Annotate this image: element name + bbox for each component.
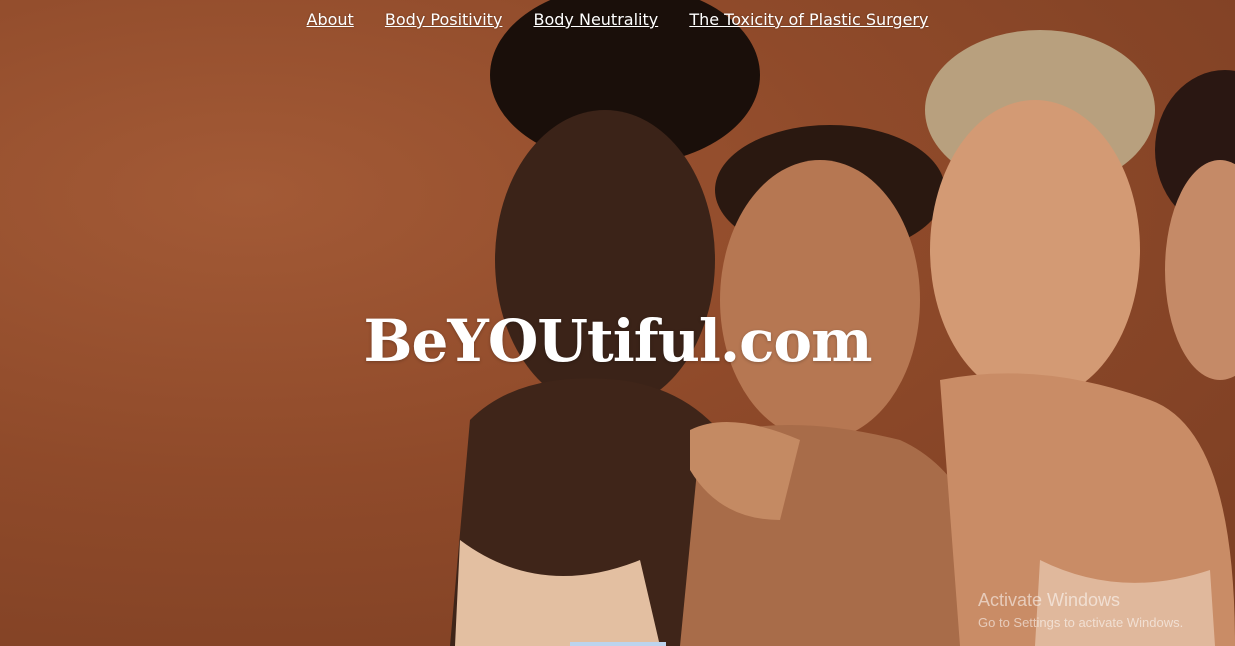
top-nav: About Body Positivity Body Neutrality Th… [0,10,1235,29]
nav-link-toxicity-plastic-surgery[interactable]: The Toxicity of Plastic Surgery [689,10,928,29]
watermark-title: Activate Windows [978,590,1121,610]
nav-link-body-positivity[interactable]: Body Positivity [385,10,503,29]
activate-windows-watermark: Activate Windows Go to Settings to activ… [978,590,1183,630]
bottom-tab-indicator [570,642,666,646]
watermark-subtitle: Go to Settings to activate Windows. [978,615,1184,630]
site-title: BeYOUtiful.com [363,306,873,375]
nav-link-body-neutrality[interactable]: Body Neutrality [534,10,659,29]
nav-link-about[interactable]: About [307,10,354,29]
